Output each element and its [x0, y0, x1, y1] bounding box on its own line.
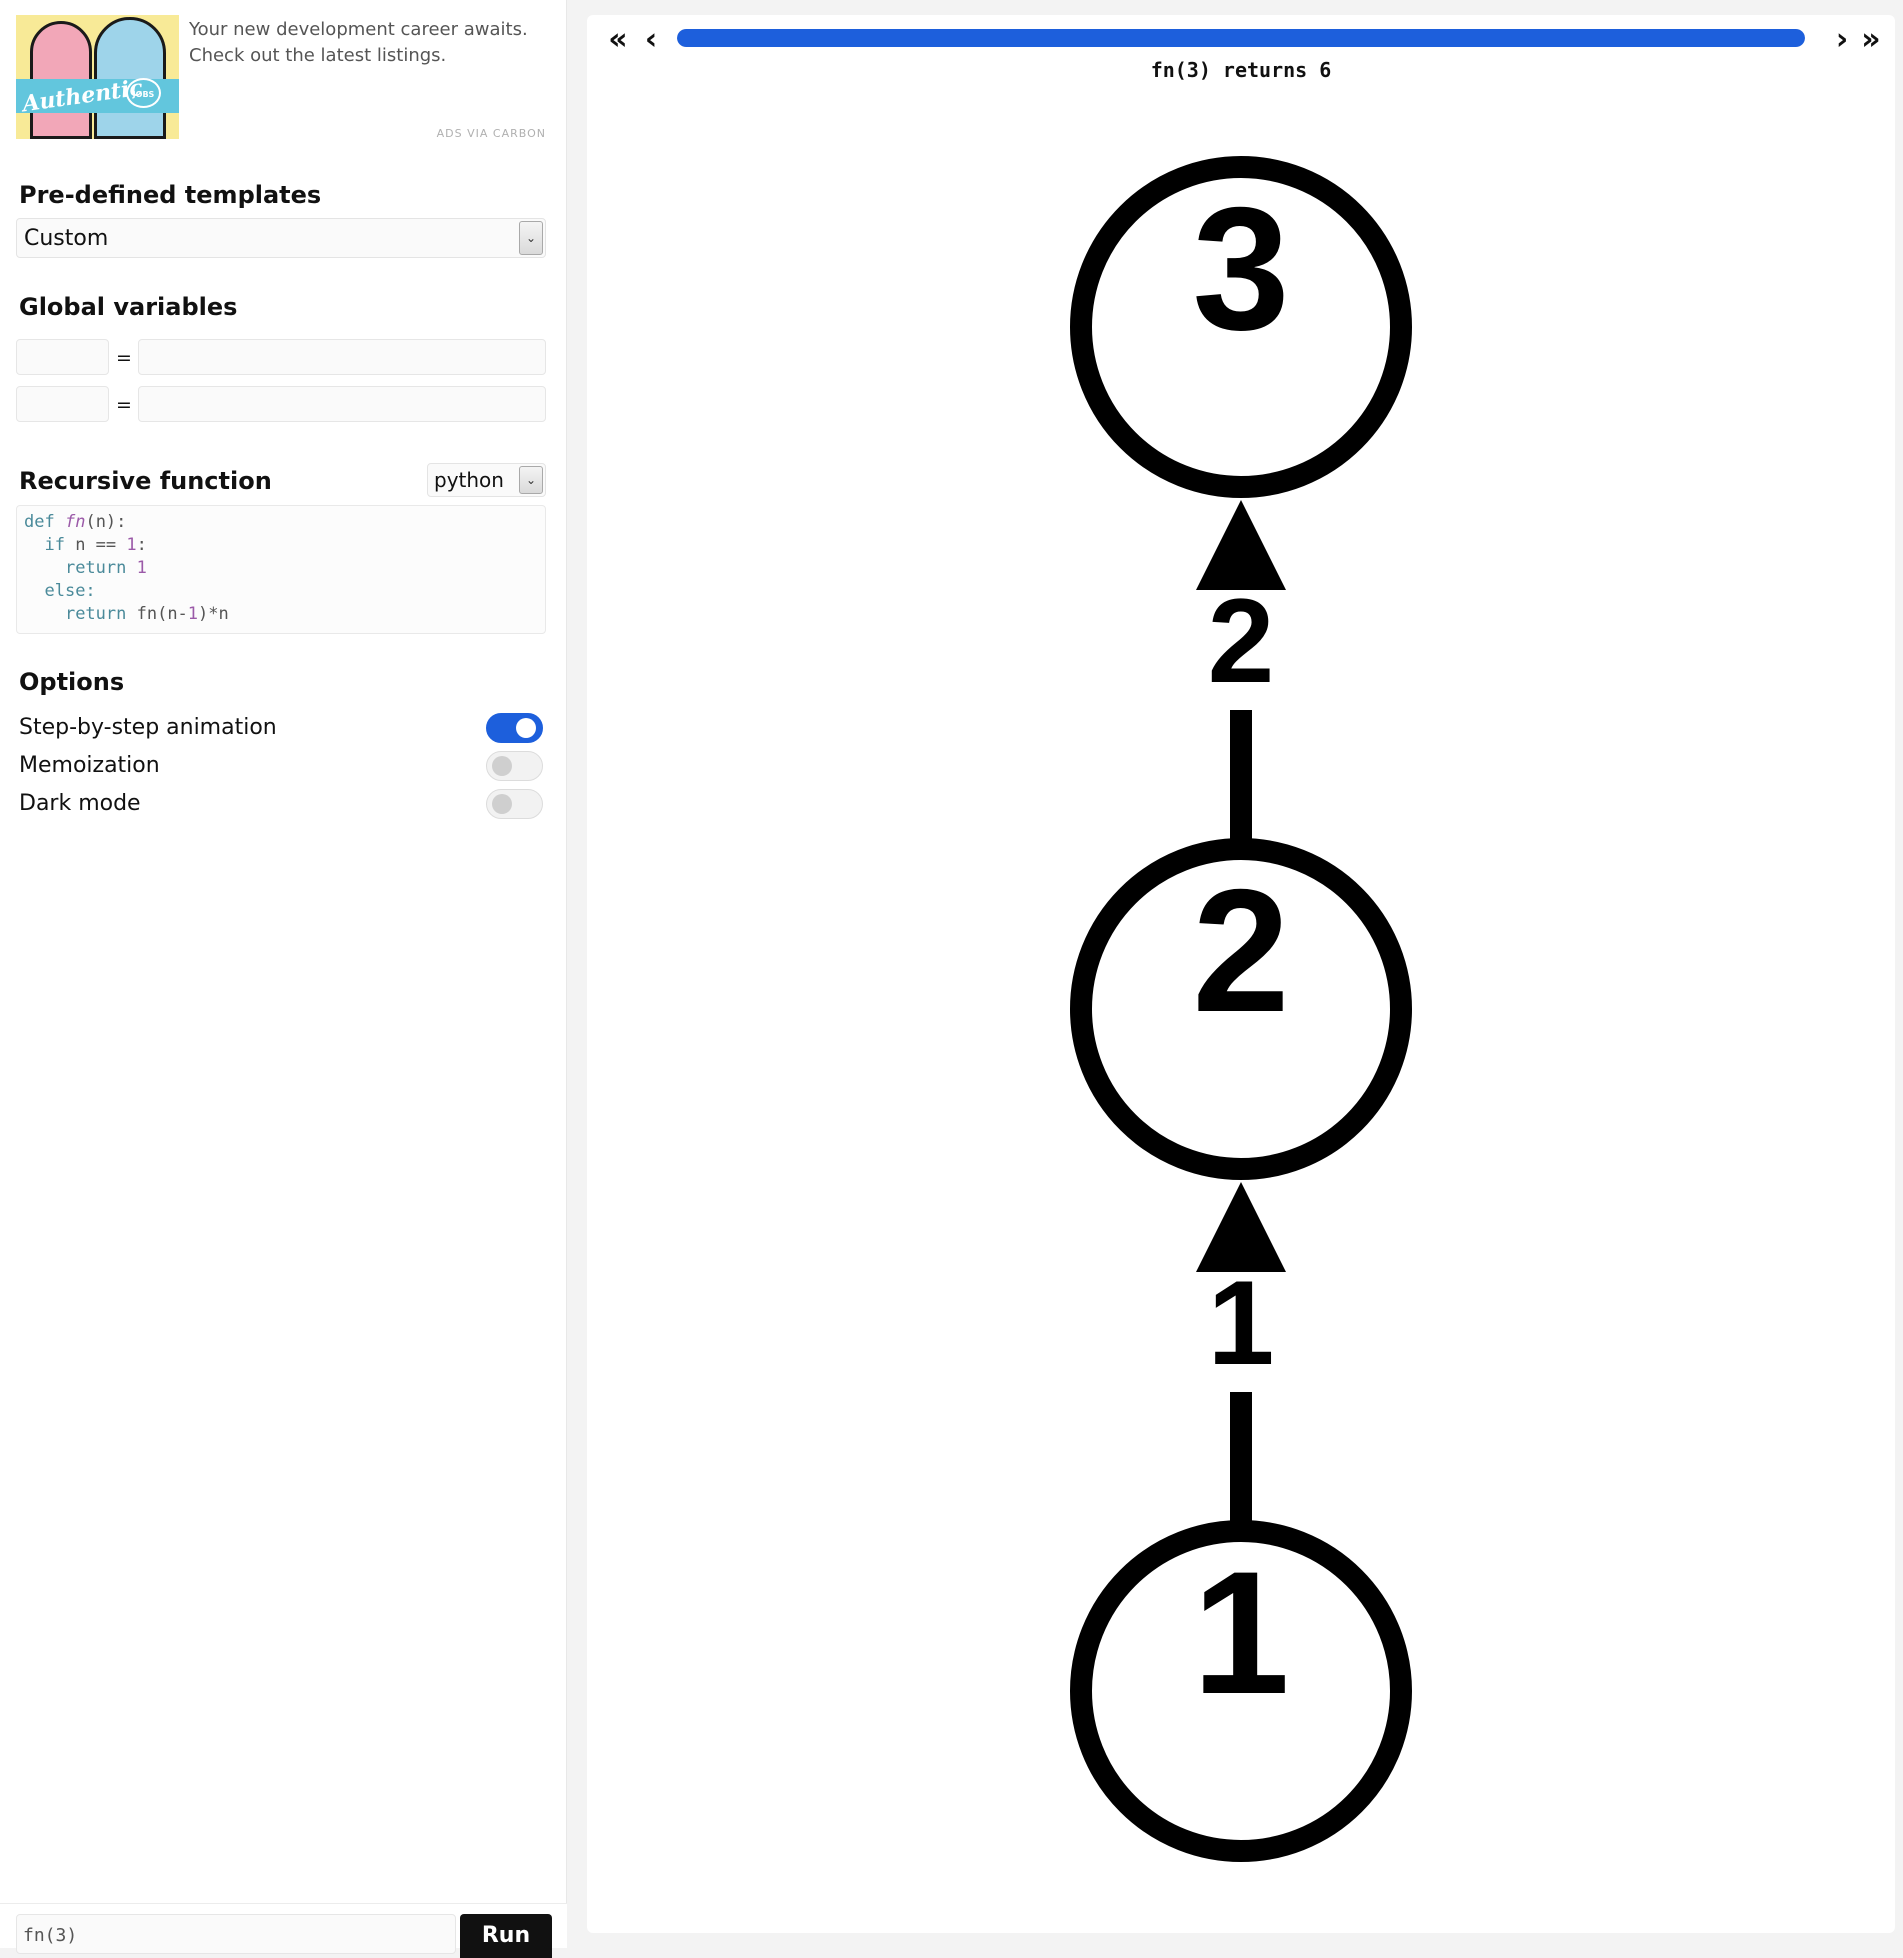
language-selected-value: python: [434, 468, 504, 492]
tree-viewer: « ‹ › » fn(3) returns 6 21321: [587, 15, 1895, 1933]
toggle-knob: [492, 756, 512, 776]
global-var-name-input-2[interactable]: [16, 386, 109, 422]
code-editor[interactable]: def fn(n): if n == 1: return 1 else: ret…: [16, 505, 546, 634]
global-var-equals-2: =: [116, 394, 132, 416]
dark-mode-toggle[interactable]: [486, 789, 543, 819]
step-progress-fill: [677, 29, 1805, 47]
step-progress-slider[interactable]: [677, 29, 1805, 47]
edge-return-label: 1: [1208, 1256, 1275, 1390]
carbon-ad[interactable]: Authentic JOBS Your new development care…: [16, 15, 546, 140]
code-token: (n):: [85, 512, 127, 532]
last-step-button[interactable]: »: [1853, 23, 1889, 57]
templates-selected-value: Custom: [24, 226, 109, 251]
code-token: n ==: [64, 535, 127, 555]
global-var-name-input-1[interactable]: [16, 339, 109, 375]
chevron-down-icon[interactable]: ⌄: [519, 466, 543, 494]
code-token: if: [44, 535, 65, 555]
option-label-dark-mode: Dark mode: [19, 791, 141, 816]
ad-via-link[interactable]: ADS VIA CARBON: [437, 127, 546, 140]
ad-image[interactable]: Authentic JOBS: [16, 15, 179, 139]
ad-text[interactable]: Your new development career awaits. Chec…: [189, 17, 544, 69]
option-label-step-by-step: Step-by-step animation: [19, 715, 277, 740]
code-token: fn: [64, 512, 86, 532]
toggle-knob: [492, 794, 512, 814]
globals-title: Global variables: [19, 293, 238, 321]
global-var-value-input-2[interactable]: [138, 386, 546, 422]
code-token: 1: [136, 558, 147, 578]
code-token: return: [64, 558, 127, 578]
step-by-step-toggle[interactable]: [486, 713, 543, 743]
call-bar: fn(3) Run: [0, 1903, 567, 1958]
first-step-button[interactable]: «: [600, 23, 636, 57]
code-token: :: [136, 535, 147, 555]
ad-text-line2[interactable]: Check out the latest listings.: [189, 43, 544, 69]
templates-title: Pre-defined templates: [19, 181, 322, 209]
code-token: 1: [187, 604, 199, 624]
tree-node-label: 1: [1192, 1536, 1289, 1731]
templates-select[interactable]: Custom ⌄: [16, 218, 546, 258]
code-token: fn(n-: [126, 604, 188, 624]
code-token: 1: [126, 535, 137, 555]
chevron-down-icon[interactable]: ⌄: [519, 221, 543, 255]
code-token: else:: [44, 581, 96, 601]
ad-logo-badge: JOBS: [126, 78, 161, 108]
global-var-equals-1: =: [116, 347, 132, 369]
function-title: Recursive function: [19, 467, 272, 495]
ad-text-line1[interactable]: Your new development career awaits.: [189, 17, 544, 43]
tree-node-label: 3: [1192, 172, 1289, 367]
edge-return-label: 2: [1208, 574, 1275, 708]
code-token: def: [24, 512, 55, 532]
global-var-value-input-1[interactable]: [138, 339, 546, 375]
sidebar: Authentic JOBS Your new development care…: [0, 0, 567, 1958]
code-token: )*n: [198, 604, 229, 624]
prev-step-button[interactable]: ‹: [633, 23, 669, 57]
run-button[interactable]: Run: [460, 1914, 552, 1958]
toggle-knob: [516, 718, 536, 738]
memoization-toggle[interactable]: [486, 751, 543, 781]
options-title: Options: [19, 668, 125, 696]
function-call-input[interactable]: fn(3): [16, 1914, 456, 1954]
code-token: return: [64, 604, 127, 624]
recursion-tree: 2 1 3 2 1: [1070, 156, 1412, 1862]
language-select[interactable]: python ⌄: [427, 463, 546, 497]
tree-node-label: 2: [1192, 854, 1289, 1049]
option-label-memoization: Memoization: [19, 753, 160, 778]
